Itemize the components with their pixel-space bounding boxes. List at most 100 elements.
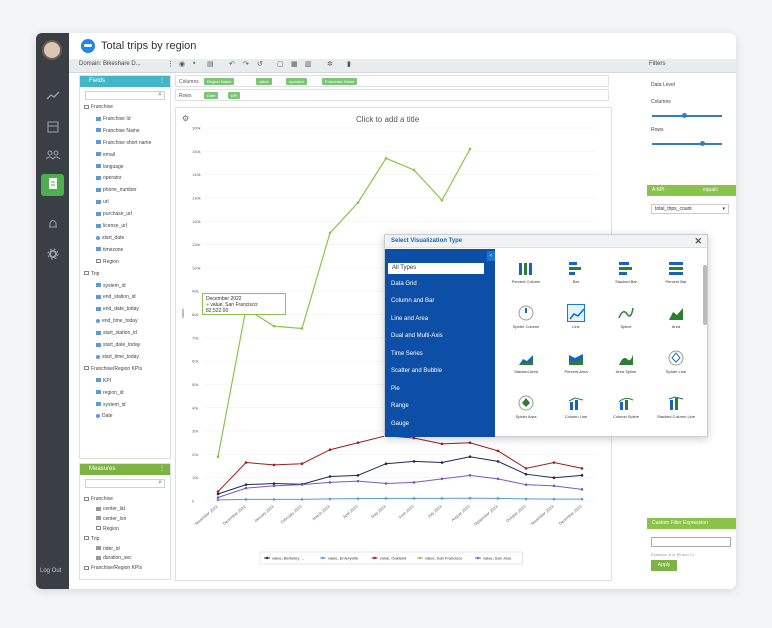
save-icon[interactable]: ▪: [193, 60, 195, 67]
tree-field[interactable]: language: [96, 164, 124, 170]
tree-field[interactable]: system_id: [96, 283, 126, 289]
tree-field[interactable]: Date: [96, 413, 113, 419]
export-icon[interactable]: ▤: [207, 60, 214, 68]
custom-filter-header[interactable]: Custom Filter Expression: [647, 518, 736, 529]
tree-field[interactable]: end_time_today: [96, 318, 138, 324]
redo-icon[interactable]: ↷: [243, 60, 249, 68]
viz-type-column-line[interactable]: Column Line: [553, 394, 599, 419]
tree-field[interactable]: system_id: [96, 402, 126, 408]
tree-field[interactable]: KPI: [96, 378, 111, 384]
viz-type-percent-area[interactable]: Percent Area: [553, 349, 599, 374]
tree-field[interactable]: duration_sec: [96, 555, 132, 561]
columns-slider[interactable]: [652, 113, 722, 118]
column-pill[interactable]: Region Name: [204, 78, 235, 85]
viz-type-spline[interactable]: Spline: [603, 304, 649, 329]
viz-category-item[interactable]: Gauge: [391, 421, 409, 427]
measures-menu-icon[interactable]: ⋮: [159, 464, 165, 475]
tree-field[interactable]: center_lon: [96, 516, 126, 522]
viz-category-item[interactable]: Data Grid: [391, 281, 417, 287]
rows-shelf[interactable]: Rows Date KPI: [175, 89, 609, 101]
viz-type-percent-bar[interactable]: Percent Bar: [653, 259, 699, 284]
kpi-value-select[interactable]: total_trips_count ▾: [651, 204, 729, 214]
columns-shelf[interactable]: Columns Region Name value operator Franc…: [175, 75, 609, 87]
chart-type-icon[interactable]: ▮: [347, 60, 351, 68]
chart-icon[interactable]: [45, 90, 60, 105]
viz-type-stacked-area[interactable]: Stacked Area: [503, 349, 549, 374]
fields-search-input[interactable]: ⌕: [85, 91, 165, 100]
column-pill[interactable]: operator: [286, 78, 307, 85]
format-icon[interactable]: ▢: [277, 60, 284, 68]
undo-icon[interactable]: ↶: [229, 60, 235, 68]
tree-folder[interactable]: Franchise: [84, 104, 113, 110]
custom-filter-input[interactable]: [651, 537, 731, 547]
viz-type-spider-column[interactable]: Spider Column: [503, 304, 549, 329]
bell-icon[interactable]: [45, 218, 60, 233]
users-icon[interactable]: [45, 150, 60, 165]
measures-search-input[interactable]: ⌕: [85, 479, 165, 488]
viz-type-column-spline[interactable]: Column Spline: [603, 394, 649, 419]
tree-field[interactable]: Franchise short name: [96, 140, 151, 146]
tree-field[interactable]: license_url: [96, 223, 127, 229]
table-icon[interactable]: ▥: [305, 60, 312, 68]
viz-category-item[interactable]: Column and Bar: [391, 298, 434, 304]
viz-type-stacked-column-line[interactable]: Stacked Column Line: [653, 394, 699, 419]
close-icon[interactable]: ✕: [694, 236, 702, 247]
grid-icon[interactable]: ▦: [291, 60, 298, 68]
tree-field[interactable]: email: [96, 152, 115, 158]
tree-folder[interactable]: Franchise/Region KPIs: [84, 565, 142, 571]
tree-field[interactable]: end_station_id: [96, 294, 136, 300]
apply-button[interactable]: Apply: [651, 560, 677, 571]
tree-folder[interactable]: Region: [96, 526, 119, 532]
tree-field[interactable]: rider_id: [96, 546, 120, 552]
report-icon[interactable]: [45, 177, 60, 192]
viz-category-item[interactable]: All Types: [388, 263, 484, 274]
rows-slider[interactable]: [652, 141, 722, 146]
viz-category-item[interactable]: Pie: [391, 386, 400, 392]
fields-menu-icon[interactable]: ⋮: [159, 76, 165, 87]
collapse-menu-button[interactable]: ‹: [487, 251, 495, 261]
tree-field[interactable]: region_id: [96, 390, 124, 396]
viz-type-spider-area[interactable]: Spider Area: [503, 394, 549, 419]
viz-type-percent-column[interactable]: Percent Column: [503, 259, 549, 284]
viz-type-bar[interactable]: Bar: [553, 259, 599, 284]
row-pill[interactable]: KPI: [228, 92, 241, 99]
kpi-filter-header[interactable]: A KPI equals: [647, 185, 736, 196]
tree-folder[interactable]: Franchise: [84, 496, 113, 502]
view-icon[interactable]: ◉: [179, 60, 185, 68]
tree-folder[interactable]: Region: [96, 259, 119, 265]
kpi-operator[interactable]: equals: [703, 185, 718, 196]
viz-type-area[interactable]: Area: [653, 304, 699, 329]
tree-field[interactable]: Franchise Id: [96, 116, 131, 122]
tree-field[interactable]: start_station_id: [96, 330, 137, 336]
more-icon[interactable]: ⋮: [167, 60, 174, 68]
tree-folder[interactable]: Franchise/Region KPIs: [84, 366, 142, 372]
gear-icon[interactable]: [45, 248, 60, 263]
tree-folder[interactable]: Trip: [84, 271, 99, 277]
viz-category-item[interactable]: Scatter and Bubble: [391, 368, 442, 374]
viz-type-area-spline[interactable]: Area Spline: [603, 349, 649, 374]
tree-field[interactable]: purchase_url: [96, 211, 132, 217]
domain-selector[interactable]: Domain: Bikeshare D...: [79, 61, 141, 67]
viz-category-item[interactable]: Dual and Multi-Axis: [391, 333, 443, 339]
slider-handle[interactable]: [700, 141, 705, 146]
viz-type-stacked-bar[interactable]: Stacked Bar: [603, 259, 649, 284]
viz-category-item[interactable]: Range: [391, 403, 409, 409]
tree-field[interactable]: center_lat: [96, 506, 125, 512]
tree-field[interactable]: end_date_today: [96, 306, 139, 312]
tree-field[interactable]: start_date_today: [96, 342, 140, 348]
viz-category-item[interactable]: Line and Area: [391, 316, 428, 322]
refresh-icon[interactable]: ↺: [257, 60, 263, 68]
column-pill[interactable]: Franchise Name: [322, 78, 358, 85]
logout-link[interactable]: Log Out: [40, 568, 61, 574]
tree-field[interactable]: start_time_today: [96, 354, 139, 360]
tree-field[interactable]: url: [96, 199, 109, 205]
avatar[interactable]: [42, 40, 62, 60]
tree-folder[interactable]: Trip: [84, 536, 99, 542]
tree-field[interactable]: Franchise Name: [96, 128, 140, 134]
column-pill[interactable]: value: [256, 78, 272, 85]
tree-field[interactable]: operator: [96, 175, 122, 181]
viz-type-line[interactable]: Line: [553, 304, 599, 329]
row-pill[interactable]: Date: [204, 92, 219, 99]
dashboard-icon[interactable]: [45, 121, 60, 136]
viz-type-spider-line[interactable]: Spider Line: [653, 349, 699, 374]
